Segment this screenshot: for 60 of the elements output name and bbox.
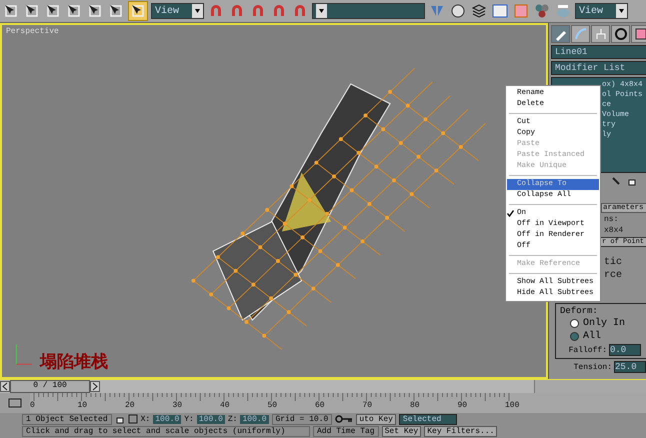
- frame-number: 30: [172, 401, 182, 410]
- option-label[interactable]: rce: [604, 270, 622, 281]
- material-editor-icon[interactable]: [533, 2, 551, 20]
- time-slider-thumb[interactable]: 0 / 100: [10, 380, 90, 393]
- tension-spinner[interactable]: 25.0: [614, 361, 646, 373]
- absolute-mode-icon[interactable]: [128, 414, 138, 424]
- next-frame-icon[interactable]: [90, 381, 100, 392]
- track-bar[interactable]: 0 10 20 30 40 50 60 70 80 90 100: [30, 393, 646, 413]
- coordinate-dropdown[interactable]: View: [151, 3, 204, 19]
- falloff-label: Falloff:: [568, 346, 607, 354]
- object-name-field[interactable]: Line01: [551, 45, 646, 59]
- frame-number: 70: [362, 401, 372, 410]
- selection-set-dropdown[interactable]: [312, 3, 425, 19]
- render-view-dropdown[interactable]: View: [575, 3, 628, 19]
- key-icon[interactable]: [335, 414, 354, 424]
- motion-tab-icon[interactable]: [611, 25, 630, 43]
- prompt-text: Click and drag to select and scale objects (uniformly): [22, 426, 310, 436]
- group-title: Deform:: [560, 306, 599, 316]
- layers-icon[interactable]: [470, 2, 488, 20]
- modifier-list-dropdown[interactable]: Modifier List: [551, 61, 646, 75]
- set-key-button[interactable]: Set Key: [382, 426, 422, 436]
- frame-number: 60: [315, 401, 325, 410]
- previous-frame-icon[interactable]: [0, 381, 10, 392]
- tension-label: Tension:: [574, 362, 612, 372]
- option-label[interactable]: tic: [604, 257, 622, 268]
- frame-number: 80: [410, 401, 420, 410]
- y-label: Y:: [184, 414, 194, 424]
- frame-number: 40: [220, 401, 230, 410]
- x-coordinate-field[interactable]: 100.0: [153, 414, 182, 424]
- frame-number: 10: [78, 401, 88, 410]
- frame-number: 50: [268, 401, 278, 410]
- frame-number: 90: [458, 401, 468, 410]
- z-coordinate-field[interactable]: 100.0: [240, 414, 268, 424]
- caret-icon: [316, 4, 327, 18]
- caret-icon: [616, 4, 627, 18]
- hierarchy-tab-icon[interactable]: [591, 25, 610, 43]
- selection-status: 1 Object Selected: [22, 414, 112, 424]
- radio-button[interactable]: Only In: [560, 318, 645, 329]
- display-tab-icon[interactable]: [631, 25, 646, 43]
- modify-tab-icon[interactable]: [571, 25, 590, 43]
- z-label: Z:: [228, 414, 238, 424]
- frame-number: 0: [30, 401, 35, 410]
- viewport-caption: 塌陷堆栈: [40, 351, 108, 373]
- x-label: X:: [140, 414, 150, 424]
- key-filters-button[interactable]: Key Filters...: [424, 426, 498, 436]
- grid-status: Grid = 10.0: [272, 414, 332, 424]
- auto-key-button[interactable]: uto Key: [356, 414, 396, 424]
- caret-icon: [192, 4, 203, 18]
- axis-tripod-icon: [16, 344, 33, 365]
- radio-button[interactable]: All: [560, 331, 645, 342]
- time-tag-field[interactable]: Add Time Tag: [313, 426, 379, 436]
- frame-number: 100: [505, 401, 520, 410]
- time-slider-track[interactable]: 0 / 100: [0, 380, 535, 393]
- frame-number: 20: [125, 401, 135, 410]
- y-coordinate-field[interactable]: 100.0: [196, 414, 225, 424]
- falloff-spinner[interactable]: 0.0: [609, 344, 641, 356]
- material-sphere-icon[interactable]: [449, 2, 467, 20]
- key-mode-dropdown[interactable]: Selected: [398, 414, 457, 424]
- dimensions-value: x8x4: [604, 226, 624, 235]
- dimensions-label: ns:: [604, 215, 618, 224]
